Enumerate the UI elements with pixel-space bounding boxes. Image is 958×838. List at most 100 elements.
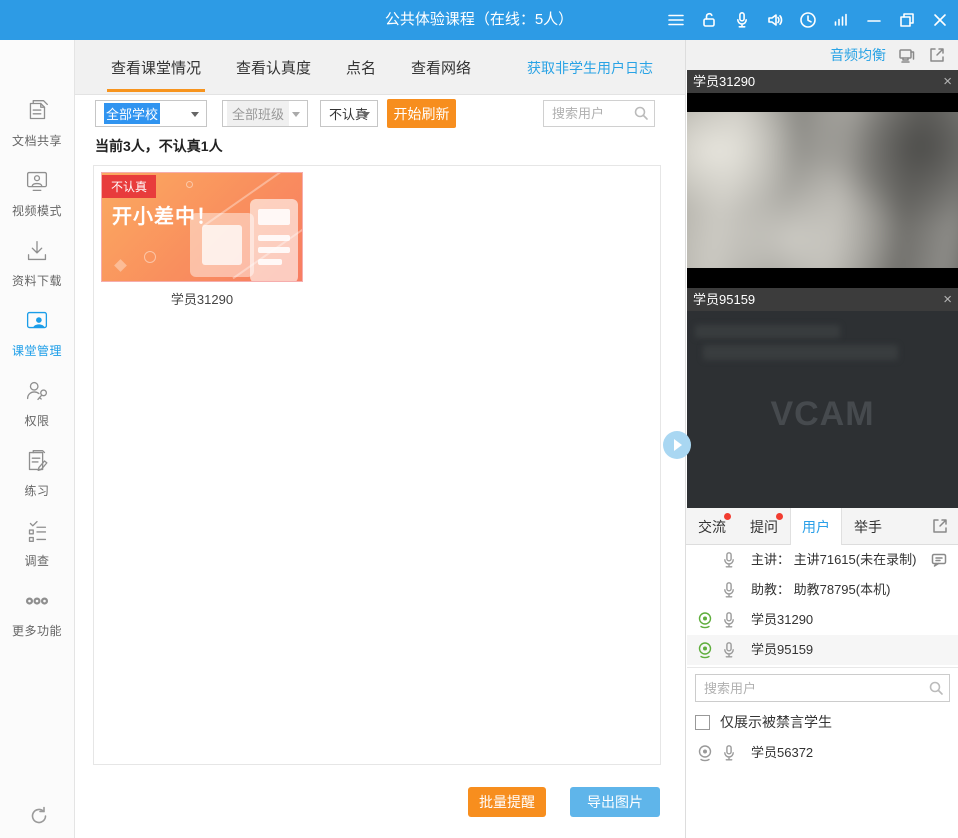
school-select[interactable]: 全部学校 (95, 100, 207, 127)
fetch-nonstudent-log-link[interactable]: 获取非学生用户日志 (527, 40, 653, 95)
user-name: 学员31290 (751, 605, 813, 635)
sidebar-item-label: 权限 (0, 412, 74, 429)
practice-icon (22, 463, 52, 480)
webcam-on-icon[interactable] (696, 641, 714, 659)
sidebar-item-survey[interactable]: 调查 (0, 516, 74, 578)
panel-collapse-toggle[interactable] (663, 431, 691, 459)
panel-user-search-input[interactable] (695, 674, 950, 702)
distracted-card-image: 不认真 开小差中！ (101, 172, 303, 282)
notification-dot (776, 513, 783, 520)
audio-balance-link[interactable]: 音频均衡 (830, 45, 886, 65)
popout-tabs-icon[interactable] (931, 517, 949, 535)
checkbox-unchecked-icon[interactable] (695, 715, 710, 730)
video-mode-icon (22, 183, 52, 200)
panel-user-search (695, 674, 950, 702)
refresh-session-icon[interactable] (27, 804, 51, 828)
chevron-down-icon (292, 112, 300, 117)
restore-icon[interactable] (895, 8, 919, 32)
sidebar-item-permission[interactable]: 权限 (0, 376, 74, 438)
user-name: 学员95159 (751, 635, 813, 665)
user-search (543, 100, 655, 127)
video-panel-1: 学员31290 × (687, 70, 958, 288)
mic-icon[interactable] (720, 744, 738, 762)
popout-window-icon[interactable] (928, 46, 946, 64)
main-content: 查看课堂情况 查看认真度 点名 查看网络 获取非学生用户日志 全部学校 全部班级… (75, 40, 685, 838)
tab-question[interactable]: 提问 (738, 508, 790, 545)
user-row-student-95159[interactable]: 学员95159 (687, 635, 958, 665)
tab-question-label: 提问 (750, 517, 778, 537)
video1-title-bar: 学员31290 × (687, 70, 958, 93)
tab-classroom-status[interactable]: 查看课堂情况 (111, 40, 201, 94)
student-card-name: 学员31290 (101, 289, 303, 308)
mic-icon[interactable] (720, 581, 738, 599)
video1-title: 学员31290 (693, 74, 755, 89)
microphone-icon[interactable] (730, 8, 754, 32)
chevron-down-icon (362, 112, 370, 117)
distracted-text: 开小差中！ (112, 200, 217, 229)
video2-title: 学员95159 (693, 292, 755, 307)
tab-users-label: 用户 (802, 517, 830, 537)
menu-icon[interactable] (664, 8, 688, 32)
mic-icon[interactable] (720, 611, 738, 629)
webcam-off-icon[interactable] (696, 744, 714, 762)
tab-attention-level[interactable]: 查看认真度 (236, 40, 311, 94)
class-select[interactable]: 全部班级 (222, 100, 308, 127)
sidebar-item-practice[interactable]: 练习 (0, 446, 74, 508)
start-refresh-button[interactable]: 开始刷新 (387, 99, 456, 128)
tab-raise-hand[interactable]: 举手 (842, 508, 894, 545)
export-image-button[interactable]: 导出图片 (570, 787, 660, 817)
speaker-icon[interactable] (763, 8, 787, 32)
batch-remind-button[interactable]: 批量提醒 (468, 787, 546, 817)
screen-broadcast-icon[interactable] (898, 46, 916, 64)
unlock-icon[interactable] (697, 8, 721, 32)
left-sidebar: 文档共享 视频模式 资料下载 课堂管理 权限 练习 调查 更多功能 (0, 40, 75, 838)
mic-icon[interactable] (720, 641, 738, 659)
tab-chat-label: 交流 (698, 517, 726, 537)
download-icon (22, 253, 52, 270)
sidebar-item-classroom-manage[interactable]: 课堂管理 (0, 306, 74, 368)
network-signal-icon[interactable] (829, 8, 853, 32)
muted-only-label: 仅展示被禁言学生 (720, 712, 832, 732)
student-card[interactable]: 不认真 开小差中！ 学员31290 (101, 172, 305, 308)
permission-icon (22, 393, 52, 410)
chat-message-icon[interactable] (930, 551, 948, 569)
deco-circle (144, 251, 156, 263)
sidebar-item-label: 更多功能 (0, 622, 74, 639)
attendance-status-text: 当前3人，不认真1人 (95, 136, 223, 156)
classroom-manage-icon (22, 323, 52, 340)
sidebar-item-label: 文档共享 (0, 132, 74, 149)
close-icon[interactable]: × (943, 70, 952, 93)
tab-roll-call[interactable]: 点名 (346, 40, 376, 94)
user-row-assistant[interactable]: 助教： 助教78795(本机) (687, 575, 958, 605)
clock-icon[interactable] (796, 8, 820, 32)
minimize-icon[interactable] (862, 8, 886, 32)
right-panel-header: 音频均衡 (686, 40, 958, 70)
sidebar-item-label: 视频模式 (0, 202, 74, 219)
right-panel-tabs: 交流 提问 用户 举手 (686, 508, 958, 545)
sidebar-item-more[interactable]: 更多功能 (0, 586, 74, 648)
app-window: 公共体验课程（在线：5人） 文档共享 视频模式 资料下载 课 (0, 0, 958, 838)
user-name: 助教： 助教78795(本机) (751, 575, 890, 605)
sidebar-item-download[interactable]: 资料下载 (0, 236, 74, 298)
deco-circle (186, 181, 193, 188)
user-row-student-56372[interactable]: 学员56372 (687, 738, 958, 768)
user-row-teacher[interactable]: 主讲： 主讲71615(未在录制) (687, 545, 958, 575)
student-card-list: 不认真 开小差中！ 学员31290 (93, 165, 661, 765)
sidebar-item-doc-share[interactable]: 文档共享 (0, 96, 74, 158)
tab-chat[interactable]: 交流 (686, 508, 738, 545)
sidebar-item-video-mode[interactable]: 视频模式 (0, 166, 74, 228)
user-row-student-31290[interactable]: 学员31290 (687, 605, 958, 635)
mic-icon[interactable] (720, 551, 738, 569)
more-dots-icon (22, 603, 52, 620)
webcam-on-icon[interactable] (696, 611, 714, 629)
close-icon[interactable] (928, 8, 952, 32)
right-panel: 音频均衡 学员31290 × 学员95159 × VCAM (685, 40, 958, 838)
muted-only-filter[interactable]: 仅展示被禁言学生 (695, 712, 832, 732)
divider (687, 667, 958, 668)
tab-users[interactable]: 用户 (790, 508, 842, 545)
user-name: 学员56372 (751, 738, 813, 768)
tab-network[interactable]: 查看网络 (411, 40, 471, 94)
attention-select[interactable]: 不认真 (320, 100, 378, 127)
close-icon[interactable]: × (943, 288, 952, 311)
tab-raise-hand-label: 举手 (854, 517, 882, 537)
